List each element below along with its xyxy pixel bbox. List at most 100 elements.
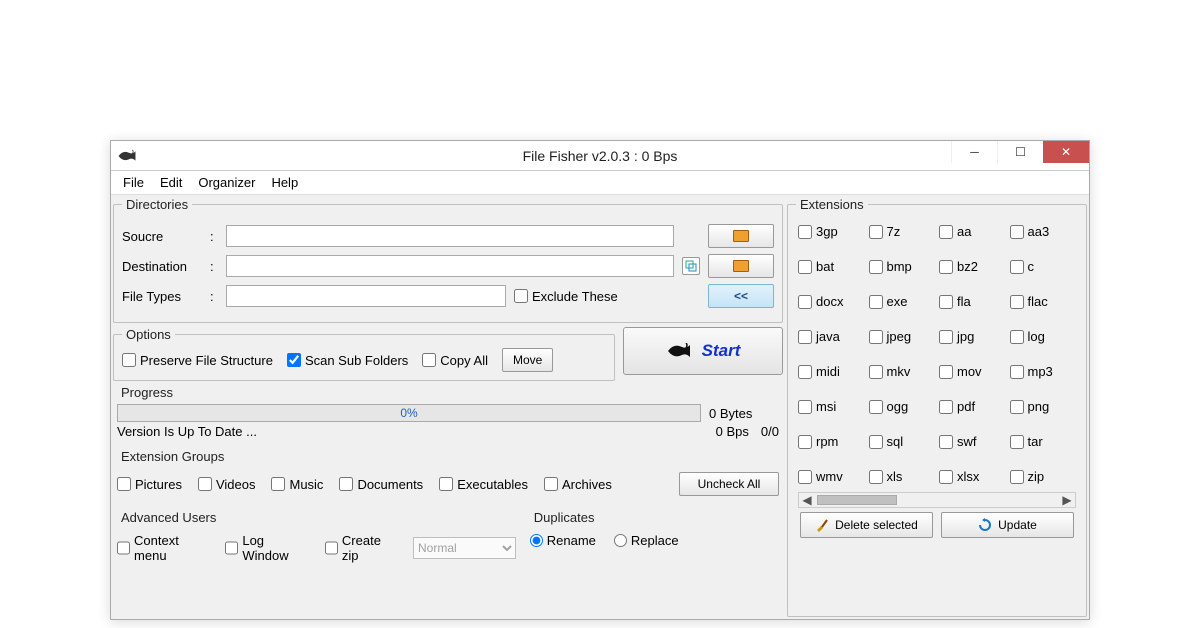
extension-xls[interactable]: xls (869, 469, 936, 484)
extension-wmv[interactable]: wmv (798, 469, 865, 484)
extension-mov[interactable]: mov (939, 364, 1006, 379)
filetypes-input[interactable] (226, 285, 506, 307)
folder-icon (733, 260, 749, 272)
extension-zip[interactable]: zip (1010, 469, 1077, 484)
extension-ogg[interactable]: ogg (869, 399, 936, 414)
colon: : (210, 229, 218, 244)
menu-edit[interactable]: Edit (154, 173, 188, 192)
extension-png[interactable]: png (1010, 399, 1077, 414)
rename-radio[interactable]: Rename (530, 533, 596, 548)
extension-tar[interactable]: tar (1010, 434, 1077, 449)
extension-exe[interactable]: exe (869, 294, 936, 309)
extension-jpeg[interactable]: jpeg (869, 329, 936, 344)
extension-aa[interactable]: aa (939, 224, 1006, 239)
refresh-icon (978, 518, 992, 532)
scroll-thumb[interactable] (817, 495, 897, 505)
colon: : (210, 259, 218, 274)
client-area: Directories Soucre : Destination : (111, 195, 1089, 619)
update-button[interactable]: Update (941, 512, 1074, 538)
menu-file[interactable]: File (117, 173, 150, 192)
browse-destination-button[interactable] (708, 254, 774, 278)
extension-docx[interactable]: docx (798, 294, 865, 309)
start-button[interactable]: Start (623, 327, 783, 375)
progress-legend: Progress (117, 385, 177, 400)
extension-bmp[interactable]: bmp (869, 259, 936, 274)
create-zip-check[interactable]: Create zip (325, 533, 397, 563)
compression-select[interactable]: Normal (413, 537, 516, 559)
progress-count: 0/0 (761, 424, 779, 439)
folder-icon (733, 230, 749, 242)
version-status: Version Is Up To Date ... (117, 424, 257, 439)
maximize-button[interactable]: ☐ (997, 141, 1043, 163)
menubar: File Edit Organizer Help (111, 171, 1089, 195)
move-button[interactable]: Move (502, 348, 553, 372)
extension-groups: Extension Groups Pictures Videos Music D… (113, 449, 783, 506)
executables-check[interactable]: Executables (439, 477, 528, 492)
pictures-check[interactable]: Pictures (117, 477, 182, 492)
replace-radio[interactable]: Replace (614, 533, 679, 548)
documents-check[interactable]: Documents (339, 477, 423, 492)
app-window: File Fisher v2.0.3 : 0 Bps ─ ☐ ✕ File Ed… (110, 140, 1090, 620)
scansub-check[interactable]: Scan Sub Folders (287, 353, 408, 368)
source-input[interactable] (226, 225, 674, 247)
destination-input[interactable] (226, 255, 674, 277)
scroll-left-arrow[interactable]: ◀ (799, 493, 815, 507)
extension-c[interactable]: c (1010, 259, 1077, 274)
extension-msi[interactable]: msi (798, 399, 865, 414)
options-group: Options Preserve File Structure Scan Sub… (113, 327, 615, 381)
collapse-button[interactable]: << (708, 284, 774, 308)
extension-jpg[interactable]: jpg (939, 329, 1006, 344)
horizontal-scrollbar[interactable]: ◀ ▶ (798, 492, 1076, 508)
swap-icon (685, 260, 697, 272)
extensions-legend: Extensions (796, 197, 868, 212)
extension-rpm[interactable]: rpm (798, 434, 865, 449)
scroll-right-arrow[interactable]: ▶ (1059, 493, 1075, 507)
extension-bat[interactable]: bat (798, 259, 865, 274)
extension-midi[interactable]: midi (798, 364, 865, 379)
extension-xlsx[interactable]: xlsx (939, 469, 1006, 484)
extension-aa3[interactable]: aa3 (1010, 224, 1077, 239)
directories-group: Directories Soucre : Destination : (113, 197, 783, 323)
extension-pdf[interactable]: pdf (939, 399, 1006, 414)
extension-sql[interactable]: sql (869, 434, 936, 449)
extension-mkv[interactable]: mkv (869, 364, 936, 379)
right-panel: Extensions 3gp7zaaaa3batbmpbz2cdocxexefl… (787, 197, 1087, 617)
uncheck-all-button[interactable]: Uncheck All (679, 472, 779, 496)
extension-bz2[interactable]: bz2 (939, 259, 1006, 274)
extension-mp3[interactable]: mp3 (1010, 364, 1077, 379)
browse-source-button[interactable] (708, 224, 774, 248)
fish-icon (117, 148, 137, 164)
close-button[interactable]: ✕ (1043, 141, 1089, 163)
advanced-group: Advanced Users Context menu Log Window C… (113, 510, 520, 573)
log-window-check[interactable]: Log Window (225, 533, 309, 563)
delete-selected-button[interactable]: Delete selected (800, 512, 933, 538)
menu-organizer[interactable]: Organizer (192, 173, 261, 192)
extension-fla[interactable]: fla (939, 294, 1006, 309)
music-check[interactable]: Music (271, 477, 323, 492)
exclude-check[interactable]: Exclude These (514, 289, 618, 304)
directories-legend: Directories (122, 197, 192, 212)
extension-java[interactable]: java (798, 329, 865, 344)
broom-icon (815, 518, 829, 532)
swap-button[interactable] (682, 257, 700, 275)
preserve-check[interactable]: Preserve File Structure (122, 353, 273, 368)
window-title: File Fisher v2.0.3 : 0 Bps (523, 148, 678, 164)
options-legend: Options (122, 327, 175, 342)
extension-flac[interactable]: flac (1010, 294, 1077, 309)
extension-3gp[interactable]: 3gp (798, 224, 865, 239)
advanced-legend: Advanced Users (117, 510, 220, 525)
progress-bps: 0 Bps (716, 424, 749, 439)
extension-7z[interactable]: 7z (869, 224, 936, 239)
colon: : (210, 289, 218, 304)
extension-log[interactable]: log (1010, 329, 1077, 344)
context-menu-check[interactable]: Context menu (117, 533, 209, 563)
duplicates-legend: Duplicates (530, 510, 599, 525)
extension-groups-legend: Extension Groups (117, 449, 228, 464)
app-icon (117, 146, 137, 166)
extension-swf[interactable]: swf (939, 434, 1006, 449)
copyall-check[interactable]: Copy All (422, 353, 488, 368)
menu-help[interactable]: Help (265, 173, 304, 192)
archives-check[interactable]: Archives (544, 477, 612, 492)
minimize-button[interactable]: ─ (951, 141, 997, 163)
videos-check[interactable]: Videos (198, 477, 256, 492)
